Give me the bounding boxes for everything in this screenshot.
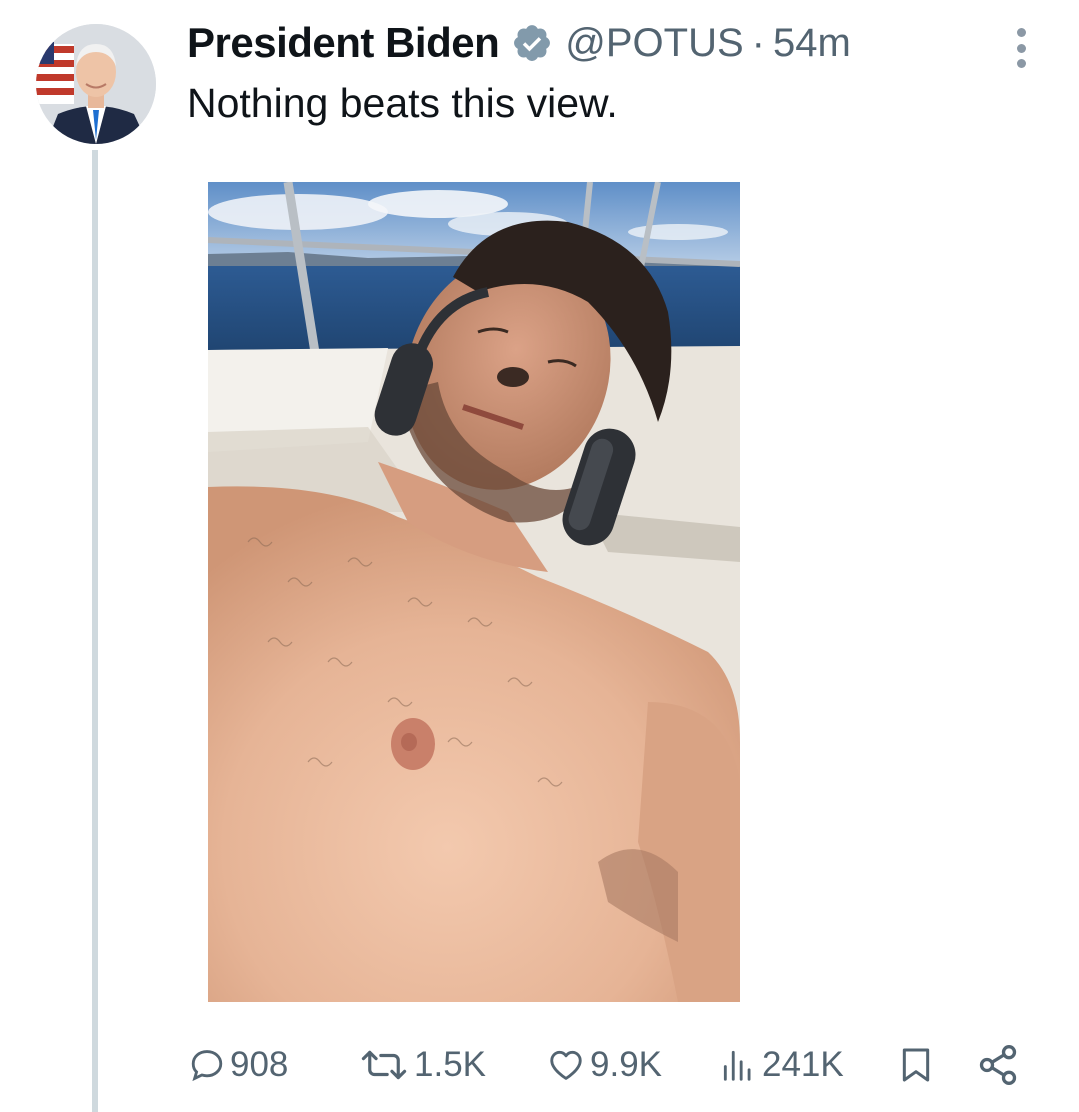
author-avatar[interactable] <box>36 24 156 144</box>
tweet-text: Nothing beats this view. <box>187 80 618 126</box>
tweet-photo[interactable] <box>208 182 740 1002</box>
more-icon[interactable] <box>1011 28 1031 68</box>
views-icon <box>723 1050 751 1081</box>
reply-count: 908 <box>230 1045 289 1084</box>
reply-icon <box>191 1050 223 1082</box>
like-count: 9.9K <box>590 1045 662 1084</box>
retweet-button[interactable]: 1.5K <box>358 1036 486 1094</box>
like-button[interactable]: 9.9K <box>546 1036 662 1094</box>
photo-image <box>208 182 740 1002</box>
bookmark-button[interactable] <box>896 1036 936 1094</box>
separator-dot: · <box>751 20 765 65</box>
avatar-image <box>36 24 156 144</box>
reply-button[interactable]: 908 <box>188 1036 288 1094</box>
bookmark-icon <box>902 1048 930 1082</box>
views-count: 241K <box>762 1045 844 1084</box>
views-button[interactable]: 241K <box>718 1036 844 1094</box>
share-icon <box>979 1045 1017 1085</box>
retweet-count: 1.5K <box>414 1045 486 1084</box>
heart-icon <box>550 1050 582 1080</box>
author-display-name[interactable]: President Biden <box>187 19 500 67</box>
tweet-actions: 908 1.5K 9.9K 241K <box>188 1036 1028 1094</box>
author-handle[interactable]: @POTUS <box>565 21 743 66</box>
share-button[interactable] <box>976 1036 1020 1094</box>
verified-badge-icon[interactable] <box>511 22 553 64</box>
thread-line <box>92 150 98 1112</box>
tweet-header: President Biden @POTUS · 54m <box>187 16 851 70</box>
tweet-timestamp[interactable]: 54m <box>773 21 851 66</box>
retweet-icon <box>361 1050 407 1080</box>
